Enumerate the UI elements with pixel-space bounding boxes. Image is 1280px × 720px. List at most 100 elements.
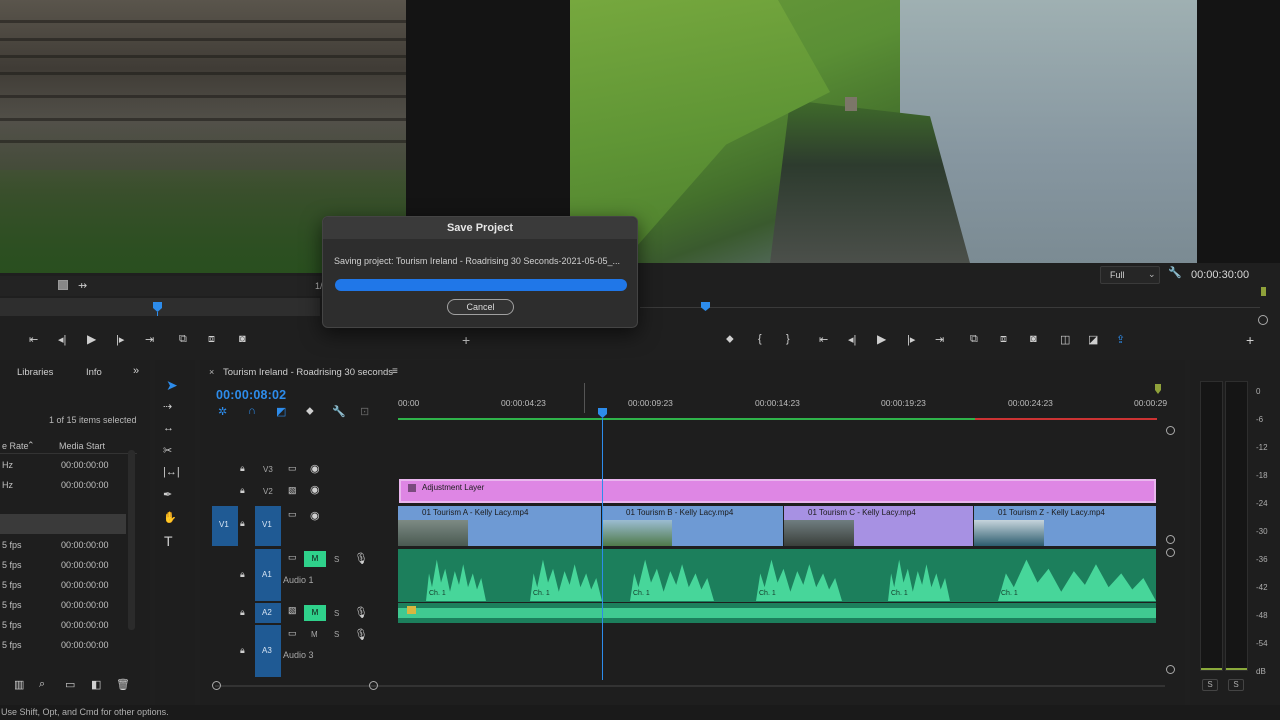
export-frame-icon[interactable]: ◙	[1030, 333, 1037, 345]
project-row[interactable]: Hz 00:00:00:00	[0, 458, 126, 472]
share-icon[interactable]: ⇪	[1116, 333, 1125, 346]
step-back-icon[interactable]: ◂|	[848, 333, 856, 346]
panel-overflow-icon[interactable]: »	[133, 365, 139, 377]
vscroll-handle[interactable]	[1166, 535, 1175, 544]
export-frame-icon[interactable]: ◙	[239, 333, 246, 345]
lock-icon[interactable]: 🔒︎	[240, 645, 245, 656]
go-to-out-icon[interactable]: ⇥	[145, 333, 154, 346]
sync-lock-off-icon[interactable]: ▧	[288, 605, 297, 616]
sync-lock-off-icon[interactable]: ▧	[288, 485, 297, 496]
track-select-icon[interactable]: ⇢	[163, 400, 172, 413]
solo-right-button[interactable]: S	[1228, 679, 1244, 691]
slip-icon[interactable]: |↔|	[163, 466, 180, 478]
play-icon[interactable]: ▶	[877, 332, 886, 346]
zoom-handle[interactable]	[1258, 315, 1268, 325]
new-item-icon[interactable]: ◧	[91, 678, 101, 691]
sync-lock-icon[interactable]: ▭	[288, 463, 297, 474]
source-patch-v1[interactable]: V1	[212, 506, 238, 546]
sort-up-icon[interactable]: ⌃	[27, 440, 35, 451]
lock-icon[interactable]: 🔒︎	[240, 463, 245, 474]
video-clip-a[interactable]: 01 Tourism A - Kelly Lacy.mp4	[398, 506, 601, 546]
insert-icon[interactable]: ⧉	[179, 333, 187, 346]
new-bin-icon[interactable]: ▭	[65, 678, 75, 691]
column-frame-rate[interactable]: e Rate	[2, 441, 29, 451]
vscroll-handle[interactable]	[1166, 548, 1175, 557]
sync-lock-icon[interactable]: ▭	[288, 628, 297, 639]
tab-info[interactable]: Info	[86, 367, 102, 378]
solo-a2-button[interactable]: S	[334, 609, 339, 618]
mute-a3-button[interactable]: M	[311, 630, 318, 639]
h-scroll-start-handle[interactable]	[212, 681, 221, 690]
video-clip-b[interactable]: 01 Tourism B - Kelly Lacy.mp4	[602, 506, 783, 546]
vr-view-icon[interactable]: ◪	[1088, 333, 1098, 346]
video-clip-c[interactable]: 01 Tourism C - Kelly Lacy.mp4	[784, 506, 973, 546]
lock-icon[interactable]: 🔒︎	[240, 569, 245, 580]
project-row[interactable]: 5 fps 00:00:00:00	[0, 558, 126, 572]
project-row[interactable]: 5 fps 00:00:00:00	[0, 598, 126, 612]
project-row[interactable]: 5 fps 00:00:00:00	[0, 638, 126, 652]
wrench-icon[interactable]: 🔧	[1168, 266, 1182, 279]
program-time-ruler[interactable]	[640, 307, 1260, 308]
razor-icon[interactable]: ✂	[163, 444, 172, 457]
video-clip-z[interactable]: 01 Tourism Z - Kelly Lacy.mp4	[974, 506, 1156, 546]
project-row[interactable]: 5 fps 00:00:00:00	[0, 538, 126, 552]
marker-icon[interactable]: ⬥	[726, 333, 734, 346]
eye-icon[interactable]: ◉	[310, 509, 320, 522]
selected-row[interactable]	[0, 514, 126, 534]
type-tool-icon[interactable]: T	[164, 533, 173, 549]
add-button-icon[interactable]: +	[462, 332, 470, 348]
close-tab-icon[interactable]: ×	[209, 367, 214, 377]
mute-a2-button[interactable]: M	[304, 605, 326, 621]
trash-icon[interactable]: 🗑	[116, 678, 130, 691]
microphone-icon[interactable]: 🎙︎	[354, 628, 368, 641]
audio-clip-a2[interactable]	[398, 603, 1156, 623]
mark-out-icon[interactable]: }	[786, 333, 790, 345]
go-to-out-icon[interactable]: ⇥	[935, 333, 944, 346]
zoom-fit-icon[interactable]	[58, 280, 68, 290]
eye-icon[interactable]: ◉	[310, 462, 320, 475]
extract-icon[interactable]: ⧈	[1000, 333, 1007, 346]
sync-lock-icon[interactable]: ▭	[288, 552, 297, 563]
step-forward-icon[interactable]: |▸	[907, 333, 915, 346]
project-row[interactable]: 5 fps 00:00:00:00	[0, 618, 126, 632]
microphone-icon[interactable]: 🎙︎	[354, 552, 368, 565]
column-media-start[interactable]: Media Start	[59, 441, 105, 451]
selection-tool-icon[interactable]: ➤	[166, 377, 178, 394]
lock-icon[interactable]: 🔒︎	[240, 607, 245, 618]
project-row[interactable]: Hz 00:00:00:00	[0, 478, 126, 492]
list-view-icon[interactable]: ▥	[14, 678, 24, 691]
add-button-icon[interactable]: +	[1246, 332, 1254, 348]
time-ruler[interactable]: 00:00 00:00:04:23 00:00:09:23 00:00:14:23 00…	[398, 396, 1168, 420]
project-row[interactable]: 5 fps 00:00:00:00	[0, 578, 126, 592]
lock-icon[interactable]: 🔒︎	[240, 485, 245, 496]
zoom-top-handle[interactable]	[1166, 426, 1175, 435]
h-scrollbar-track[interactable]	[215, 685, 1165, 687]
linked-selection-icon[interactable]: ◩	[276, 405, 286, 418]
track-target-a1[interactable]: A1	[255, 549, 281, 601]
adjustment-layer-clip[interactable]: Adjustment Layer	[399, 479, 1156, 503]
track-v2-label[interactable]: V2	[263, 487, 273, 496]
cancel-button[interactable]: Cancel	[447, 299, 514, 315]
snap-icon[interactable]: ∩	[248, 405, 256, 417]
solo-left-button[interactable]: S	[1202, 679, 1218, 691]
lock-icon[interactable]: 🔒︎	[240, 518, 245, 529]
project-scrollbar[interactable]	[128, 450, 135, 630]
sequence-tab[interactable]: Tourism Ireland - Roadrising 30 seconds	[223, 367, 393, 378]
solo-a3-button[interactable]: S	[334, 630, 339, 639]
hamburger-menu-icon[interactable]: ≡	[392, 366, 398, 377]
nest-icon[interactable]: ✲	[218, 405, 227, 418]
lift-icon[interactable]: ⧉	[970, 333, 978, 346]
h-scroll-end-handle[interactable]	[369, 681, 378, 690]
add-marker-icon[interactable]: ⬥	[306, 405, 314, 418]
track-target-v1[interactable]: V1	[255, 506, 281, 546]
program-playhead[interactable]	[701, 302, 710, 311]
mute-a1-button[interactable]: M	[304, 551, 326, 567]
ripple-edit-icon[interactable]: ↔	[163, 422, 174, 434]
hand-icon[interactable]: ✋	[163, 511, 177, 524]
mark-in-icon[interactable]: {	[758, 333, 762, 345]
captions-icon[interactable]: ⊡	[360, 405, 369, 418]
track-v3-label[interactable]: V3	[263, 465, 273, 474]
step-forward-icon[interactable]: |▸	[116, 333, 124, 346]
resolution-select[interactable]: Full ⌄	[1100, 266, 1160, 284]
audio-clip-a1[interactable]: Ch. 1 Ch. 1 Ch. 1 Ch. 1 Ch. 1 Ch. 1	[398, 549, 1156, 602]
